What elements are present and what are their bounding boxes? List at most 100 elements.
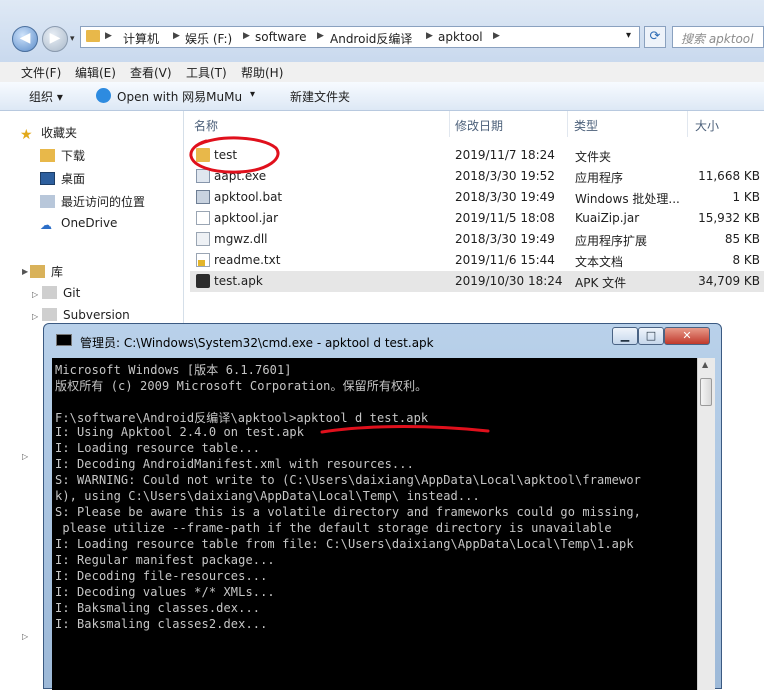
console-line: I: Decoding values */* XMLs... bbox=[55, 585, 275, 599]
new-folder-button[interactable]: 新建文件夹 bbox=[290, 88, 350, 105]
file-row[interactable]: apktool.jar 2019/11/5 18:08 KuaiZip.jar … bbox=[190, 208, 764, 229]
library-icon bbox=[30, 265, 45, 278]
column-divider[interactable] bbox=[687, 111, 688, 137]
console-line: I: Baksmaling classes2.dex... bbox=[55, 617, 268, 631]
scroll-up-icon[interactable]: ▲ bbox=[702, 360, 708, 369]
console-line: I: Regular manifest package... bbox=[55, 553, 275, 567]
menu-file[interactable]: 文件(F) bbox=[21, 64, 61, 81]
column-name[interactable]: 名称 bbox=[194, 117, 218, 134]
nav-subversion[interactable]: Subversion bbox=[42, 308, 130, 322]
file-size: 8 KB bbox=[732, 253, 760, 267]
nav-downloads[interactable]: 下载 bbox=[40, 147, 85, 164]
nav-label: 最近访问的位置 bbox=[61, 195, 146, 209]
file-date: 2018/3/30 19:49 bbox=[455, 232, 555, 246]
nav-label: 收藏夹 bbox=[41, 126, 78, 140]
recent-places-icon bbox=[40, 195, 55, 208]
file-size: 1 KB bbox=[732, 190, 760, 204]
minimize-button[interactable]: ▁ bbox=[612, 327, 638, 345]
file-row[interactable]: readme.txt 2019/11/6 15:44 文本文档 8 KB bbox=[190, 250, 764, 271]
maximize-button[interactable]: □ bbox=[638, 327, 664, 345]
folder-icon bbox=[196, 148, 210, 162]
mumu-icon bbox=[96, 88, 111, 103]
open-with-dropdown-icon[interactable]: ▾ bbox=[250, 89, 255, 100]
cmd-window[interactable]: 管理员: C:\Windows\System32\cmd.exe - apkto… bbox=[43, 323, 722, 690]
column-divider[interactable] bbox=[449, 111, 450, 137]
file-name: apktool.jar bbox=[214, 211, 279, 225]
file-row[interactable]: apktool.bat 2018/3/30 19:49 Windows 批处理.… bbox=[190, 187, 764, 208]
address-dropdown-icon[interactable]: ▾ bbox=[626, 30, 631, 41]
refresh-button[interactable]: ⟳ bbox=[644, 26, 666, 48]
nav-libraries[interactable]: 库 bbox=[30, 263, 63, 280]
file-date: 2019/10/30 18:24 bbox=[455, 274, 563, 288]
column-divider[interactable] bbox=[567, 111, 568, 137]
window-title: 管理员: C:\Windows\System32\cmd.exe - apkto… bbox=[80, 336, 434, 350]
chevron-right-icon: ▶ bbox=[317, 31, 324, 41]
console-line: F:\software\Android反编译\apktool>apktool d… bbox=[55, 411, 429, 425]
address-bar-area: ◀ ▶ ▾ ▶ 计算机 ▶ 娱乐 (F:) ▶ software ▶ Andro… bbox=[0, 0, 764, 63]
open-with-button[interactable]: Open with 网易MuMu bbox=[117, 88, 242, 105]
file-row[interactable]: test.apk 2019/10/30 18:24 APK 文件 34,709 … bbox=[190, 271, 764, 292]
menu-edit[interactable]: 编辑(E) bbox=[75, 64, 116, 81]
file-name: readme.txt bbox=[214, 253, 281, 267]
column-modified[interactable]: 修改日期 bbox=[455, 117, 503, 134]
nav-label: OneDrive bbox=[61, 216, 118, 230]
breadcrumb-software[interactable]: software bbox=[255, 30, 307, 44]
file-row[interactable]: mgwz.dll 2018/3/30 19:49 应用程序扩展 85 KB bbox=[190, 229, 764, 250]
nav-git[interactable]: Git bbox=[42, 286, 80, 300]
close-button[interactable]: ✕ bbox=[664, 327, 710, 345]
menu-bar: 文件(F) 编辑(E) 查看(V) 工具(T) 帮助(H) bbox=[0, 62, 764, 82]
column-type[interactable]: 类型 bbox=[574, 117, 598, 134]
file-type: 文件夹 bbox=[575, 150, 612, 164]
console-line: 版权所有 (c) 2009 Microsoft Corporation。保留所有… bbox=[55, 379, 428, 393]
menu-view[interactable]: 查看(V) bbox=[130, 64, 172, 81]
expand-icon[interactable]: ▷ bbox=[32, 290, 38, 299]
expand-icon[interactable]: ▶ bbox=[22, 267, 28, 276]
console-line: k), using C:\Users\daixiang\AppData\Loca… bbox=[55, 489, 480, 503]
console-line: I: Decoding AndroidManifest.xml with res… bbox=[55, 457, 414, 471]
nav-desktop[interactable]: 桌面 bbox=[40, 170, 85, 187]
column-size[interactable]: 大小 bbox=[695, 117, 719, 134]
chevron-right-icon: ▶ bbox=[493, 31, 500, 41]
file-icon bbox=[196, 211, 210, 225]
chevron-right-icon: ▶ bbox=[105, 31, 112, 41]
forward-button[interactable]: ▶ bbox=[42, 26, 68, 52]
console-line: S: Please be aware this is a volatile di… bbox=[55, 505, 641, 519]
file-date: 2018/3/30 19:49 bbox=[455, 190, 555, 204]
nav-favorites[interactable]: ★ 收藏夹 bbox=[20, 124, 77, 142]
console-scrollbar[interactable]: ▲ bbox=[697, 358, 715, 690]
breadcrumb-android[interactable]: Android反编译 bbox=[330, 30, 412, 47]
file-size: 15,932 KB bbox=[698, 211, 760, 225]
nav-label: 下载 bbox=[61, 149, 86, 163]
organize-button[interactable]: 组织 ▾ bbox=[29, 88, 63, 105]
file-row[interactable]: aapt.exe 2018/3/30 19:52 应用程序 11,668 KB bbox=[190, 166, 764, 187]
menu-help[interactable]: 帮助(H) bbox=[241, 64, 283, 81]
console-line: Microsoft Windows [版本 6.1.7601] bbox=[55, 363, 292, 377]
nav-label: 桌面 bbox=[61, 172, 86, 186]
expand-icon[interactable]: ▷ bbox=[32, 312, 38, 321]
expand-icon[interactable]: ▷ bbox=[22, 452, 28, 461]
search-input[interactable]: 搜索 apktool bbox=[672, 26, 764, 48]
breadcrumb-computer[interactable]: 计算机 bbox=[123, 30, 159, 47]
txt-icon bbox=[196, 253, 210, 267]
back-button[interactable]: ◀ bbox=[12, 26, 38, 52]
expand-icon[interactable]: ▷ bbox=[22, 632, 28, 641]
nav-onedrive[interactable]: ☁ OneDrive bbox=[40, 216, 117, 232]
cloud-icon: ☁ bbox=[40, 218, 52, 232]
file-date: 2019/11/6 15:44 bbox=[455, 253, 555, 267]
file-date: 2018/3/30 19:52 bbox=[455, 169, 555, 183]
chevron-right-icon: ▶ bbox=[173, 31, 180, 41]
breadcrumb-apktool[interactable]: apktool bbox=[438, 30, 483, 44]
file-size: 11,668 KB bbox=[698, 169, 760, 183]
breadcrumb-drive[interactable]: 娱乐 (F:) bbox=[185, 30, 232, 47]
nav-recent[interactable]: 最近访问的位置 bbox=[40, 193, 145, 210]
address-field[interactable]: ▶ 计算机 ▶ 娱乐 (F:) ▶ software ▶ Android反编译 … bbox=[80, 26, 640, 48]
file-row[interactable]: test 2019/11/7 18:24 文件夹 bbox=[190, 145, 764, 166]
menu-tools[interactable]: 工具(T) bbox=[186, 64, 227, 81]
scrollbar-thumb[interactable] bbox=[700, 378, 712, 406]
console-output[interactable]: Microsoft Windows [版本 6.1.7601] 版权所有 (c)… bbox=[52, 358, 697, 690]
history-dropdown-icon[interactable]: ▾ bbox=[70, 34, 75, 44]
bat-icon bbox=[196, 190, 210, 204]
file-name: apktool.bat bbox=[214, 190, 283, 204]
file-name: test.apk bbox=[214, 274, 263, 288]
star-icon: ★ bbox=[20, 127, 33, 143]
